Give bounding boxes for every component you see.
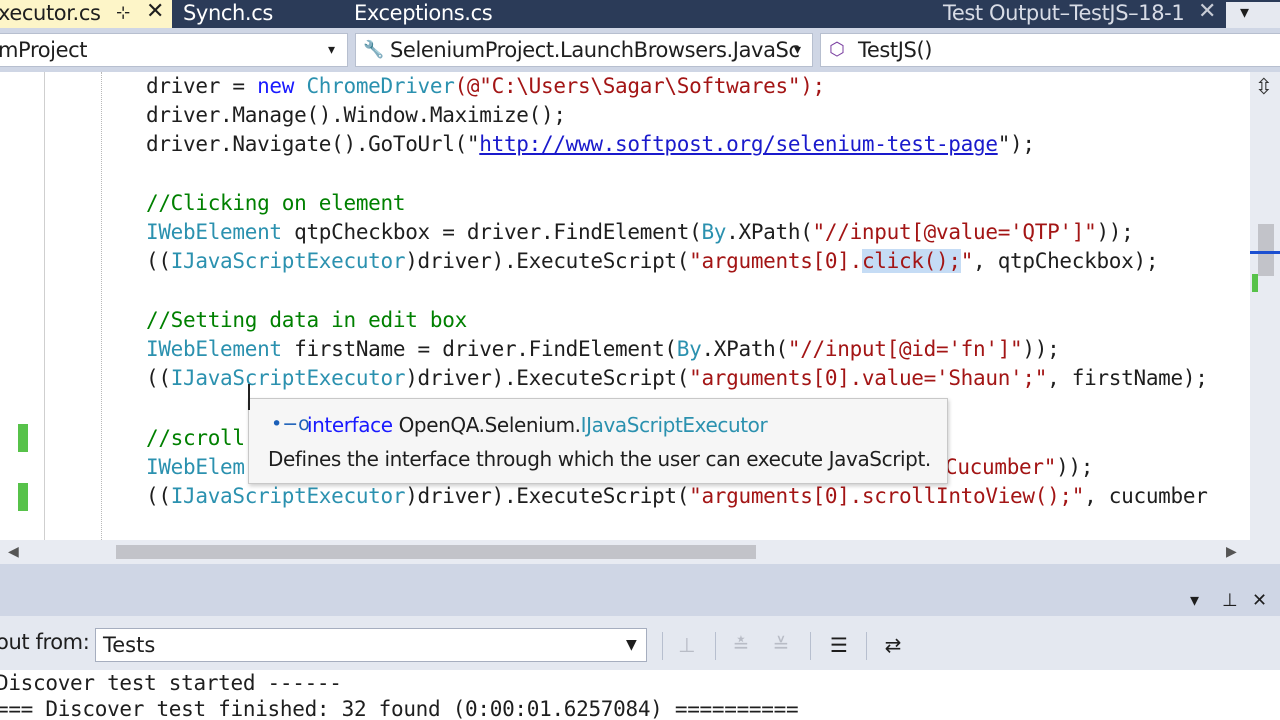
tooltip-description: Defines the interface through which the … xyxy=(268,447,931,471)
code-line: ((IJavaScriptExecutor)driver).ExecuteScr… xyxy=(146,484,1208,508)
class-name: SeleniumProject.LaunchBrowsers.JavaSc xyxy=(390,38,800,62)
clear-all-icon[interactable]: ☰ xyxy=(824,628,854,662)
chevron-down-icon: ▾ xyxy=(794,42,801,58)
interface-icon: •−o xyxy=(271,413,310,435)
chevron-down-icon: ▾ xyxy=(328,42,335,58)
code-line: IWebElem xyxy=(146,455,245,479)
toolbar-separator xyxy=(662,632,663,660)
code-line: ((IJavaScriptExecutor)driver).ExecuteScr… xyxy=(146,249,1159,273)
project-name: mProject xyxy=(0,38,88,62)
output-text-area[interactable]: Discover test started ------ === Discove… xyxy=(0,670,1280,720)
output-source-select[interactable]: Tests ▼ xyxy=(95,628,647,662)
output-line: === Discover test finished: 32 found (0:… xyxy=(0,697,799,720)
previous-message-icon[interactable]: ≛ xyxy=(726,628,756,662)
scroll-left-icon[interactable]: ◀ xyxy=(8,540,19,564)
toolbar-separator xyxy=(715,632,716,660)
tab-exceptions-cs[interactable]: Exceptions.cs xyxy=(354,0,493,28)
split-window-icon[interactable]: ⇳ xyxy=(1252,74,1276,102)
pane-menu-icon[interactable]: ▾ xyxy=(1190,586,1199,616)
close-tab-icon[interactable]: ✕ xyxy=(146,0,164,25)
text-cursor-icon xyxy=(248,384,256,410)
code-line: driver.Manage().Window.Maximize(); xyxy=(146,103,566,127)
code-line: IWebElement firstName = driver.FindEleme… xyxy=(146,337,1060,361)
tooltip-signature: interface OpenQA.Selenium.IJavaScriptExe… xyxy=(307,413,768,437)
horizontal-scroll-thumb[interactable] xyxy=(116,545,756,559)
next-message-icon[interactable]: ≚ xyxy=(766,628,796,662)
caret-position-marker xyxy=(1250,251,1280,254)
scroll-right-icon[interactable]: ▶ xyxy=(1226,540,1237,564)
code-comment: //Clicking on element xyxy=(146,191,406,215)
url-link[interactable]: http://www.softpost.org/selenium-test-pa… xyxy=(479,132,998,156)
code-line: driver = new ChromeDriver(@"C:\Users\Sag… xyxy=(146,74,825,98)
gutter-divider xyxy=(44,72,45,540)
document-tab-bar: xecutor.cs ⊹ ✕ Synch.cs Exceptions.cs Te… xyxy=(0,0,1280,28)
change-marker xyxy=(18,483,28,511)
show-output-from-label: out from: xyxy=(0,630,90,654)
tab-synch-cs[interactable]: Synch.cs xyxy=(183,0,273,28)
navigation-bar: mProject ▾ 🔧 SeleniumProject.LaunchBrows… xyxy=(0,28,1280,72)
code-line: driver.Navigate().GoToUrl("http://www.so… xyxy=(146,132,1035,156)
code-line: IWebElement qtpCheckbox = driver.FindEle… xyxy=(146,220,1134,244)
project-dropdown[interactable]: mProject ▾ xyxy=(0,33,348,67)
chevron-down-icon: ▾ xyxy=(1240,2,1250,23)
close-pane-icon[interactable]: ✕ xyxy=(1252,586,1267,616)
pin-icon[interactable]: ⊥ xyxy=(1222,586,1238,616)
member-name: TestJS() xyxy=(858,38,933,62)
output-source-value: Tests xyxy=(103,633,156,657)
pin-icon[interactable]: ⊹ xyxy=(116,0,130,26)
code-comment: //Setting data in edit box xyxy=(146,308,467,332)
tab-label: xecutor.cs xyxy=(0,1,101,25)
code-line: ((IJavaScriptExecutor)driver).ExecuteScr… xyxy=(146,366,1208,390)
class-dropdown[interactable]: 🔧 SeleniumProject.LaunchBrowsers.JavaSc … xyxy=(355,33,813,67)
close-tab-icon[interactable]: ✕ xyxy=(1198,0,1216,24)
chevron-down-icon: ▼ xyxy=(626,637,637,653)
selected-text: click(); xyxy=(861,249,961,273)
method-icon: ⬡ xyxy=(829,39,845,60)
tab-test-output[interactable]: Test Output–TestJS–18-1 xyxy=(943,0,1185,28)
code-line-fragment: Cucumber")); xyxy=(945,455,1094,479)
vertical-scroll-thumb[interactable] xyxy=(1258,224,1274,276)
pane-splitter[interactable] xyxy=(0,564,1280,586)
change-marker xyxy=(1252,274,1258,292)
quick-info-tooltip: •−o interface OpenQA.Selenium.IJavaScrip… xyxy=(248,398,948,484)
vertical-scrollbar[interactable] xyxy=(1250,72,1280,540)
output-line: Discover test started ------ xyxy=(0,671,342,695)
code-comment: //scroll xyxy=(146,426,245,450)
toolbar-separator xyxy=(866,632,867,660)
change-marker xyxy=(18,424,28,452)
word-wrap-icon[interactable]: ⇄ xyxy=(878,628,908,662)
tab-executor-cs[interactable]: xecutor.cs ⊹ ✕ xyxy=(0,0,172,28)
find-message-icon[interactable]: ⊥ xyxy=(672,628,702,662)
tab-list-dropdown[interactable]: ▾ xyxy=(1226,2,1280,28)
output-pane-header xyxy=(0,586,1280,616)
toolbar-separator xyxy=(810,632,811,660)
member-dropdown[interactable]: ⬡ TestJS() xyxy=(820,33,1280,67)
class-icon: 🔧 xyxy=(363,40,384,60)
indent-guide xyxy=(101,72,102,540)
